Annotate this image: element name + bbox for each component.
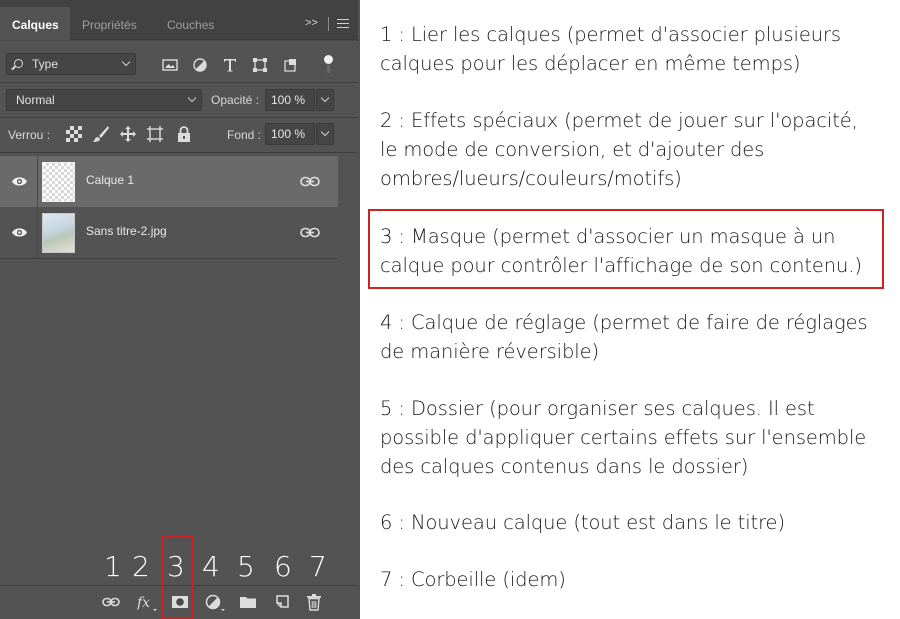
lock-all-icon[interactable] [175, 125, 193, 143]
description-line: calque pour contrôler l'affichage de son… [380, 254, 862, 277]
description-line: calques pour les déplacer en même temps) [380, 52, 801, 75]
blend-mode-value: Normal [16, 93, 55, 107]
lock-artboard-icon[interactable] [146, 125, 164, 143]
tabbar-divider [328, 17, 329, 31]
lock-label: Verrou : [8, 128, 51, 142]
description-line: le mode de conversion, et d'ajouter des [380, 138, 765, 161]
svg-text:fx: fx [137, 595, 150, 611]
description-item-4: 4 : Calque de réglage (permet de faire d… [380, 308, 868, 366]
tab-couches[interactable]: Couches [167, 7, 214, 40]
description-item-6: 6 : Nouveau calque (tout est dans le tit… [380, 508, 785, 537]
layer-divider [37, 207, 38, 258]
description-line: de manière réversible) [380, 340, 599, 363]
layer-row[interactable]: Calque 1 [0, 156, 338, 207]
number-label-2: 2 [132, 550, 150, 583]
new-layer-icon[interactable] [273, 593, 291, 611]
fill-slider-button[interactable] [316, 123, 334, 145]
number-label-5: 5 [237, 550, 255, 583]
description-line: 1 : Lier les calques (permet d'associer … [380, 23, 841, 46]
link-chain-icon [300, 227, 320, 238]
divider [0, 152, 358, 153]
layer-filter-select[interactable]: Type [6, 53, 136, 75]
description-item-3: 3 : Masque (permet d'associer un masque … [380, 222, 862, 280]
opacity-input[interactable]: 100 % [265, 89, 315, 111]
description-item-2: 2 : Effets spéciaux (permet de jouer sur… [380, 106, 858, 193]
trash-icon[interactable] [305, 593, 323, 611]
description-item-7: 7 : Corbeille (idem) [380, 565, 566, 594]
layer-filter-value: Type [32, 57, 59, 71]
opacity-slider-button[interactable] [316, 89, 334, 111]
search-icon [14, 59, 23, 68]
layer-divider [37, 156, 38, 207]
opacity-label: Opacité : [211, 93, 260, 107]
lock-transparent-pixels-icon[interactable] [65, 125, 83, 143]
adjustment-icon[interactable] [205, 593, 227, 611]
filter-type-layers-icon[interactable] [222, 57, 238, 73]
description-line: ombres/lueurs/couleurs/motifs) [380, 167, 682, 190]
lock-position-move-icon[interactable] [119, 125, 137, 143]
toggle-knob [324, 55, 333, 64]
filter-toggle-switch[interactable] [324, 55, 333, 73]
description-item-1: 1 : Lier les calques (permet d'associer … [380, 20, 841, 78]
fill-input[interactable]: 100 % [265, 123, 315, 145]
panel-tab-bar: Calques Propriétés Couches >> [0, 0, 358, 40]
filter-adjustment-layers-icon[interactable] [192, 57, 208, 73]
folder-icon[interactable] [239, 593, 257, 611]
layer-row[interactable]: Sans titre-2.jpg [0, 207, 338, 258]
visibility-eye-icon[interactable] [11, 175, 28, 188]
number-label-4: 4 [202, 550, 220, 583]
divider [0, 258, 338, 259]
highlight-box-mask-button [161, 536, 194, 619]
description-line: 6 : Nouveau calque (tout est dans le tit… [380, 511, 785, 534]
layer-thumbnail[interactable] [42, 162, 75, 202]
chevron-down-icon [320, 127, 330, 137]
divider [0, 82, 358, 83]
tab-calques[interactable]: Calques [0, 7, 70, 40]
description-line: 2 : Effets spéciaux (permet de jouer sur… [380, 109, 858, 132]
filter-smart-objects-icon[interactable] [282, 57, 298, 73]
description-line: possible d'appliquer certains effets sur… [380, 426, 867, 449]
chevron-down-icon [320, 93, 330, 103]
fill-label: Fond : [227, 128, 262, 142]
link-layers-icon[interactable] [102, 593, 120, 611]
link-chain-icon [300, 176, 320, 187]
tab-proprietes[interactable]: Propriétés [82, 7, 137, 40]
toggle-track [327, 65, 330, 73]
number-label-6: 6 [274, 550, 292, 583]
number-label-7: 7 [309, 550, 327, 583]
blend-mode-select[interactable]: Normal [6, 89, 202, 111]
description-line: des calques contenus dans le dossier) [380, 455, 749, 478]
layers-panel: Calques Propriétés Couches >> Type Norma… [0, 0, 360, 619]
chevron-down-icon [121, 57, 131, 67]
description-item-5: 5 : Dossier (pour organiser ses calques.… [380, 394, 866, 481]
description-line: 4 : Calque de réglage (permet de faire d… [380, 311, 868, 334]
filter-pixel-layers-icon[interactable] [162, 57, 178, 73]
description-line: 3 : Masque (permet d'associer un masque … [380, 225, 836, 248]
chevron-down-icon [187, 93, 197, 103]
panel-menu-icon[interactable] [337, 19, 349, 28]
description-line: 7 : Corbeille (idem) [380, 568, 566, 591]
divider [0, 117, 358, 118]
layer-thumbnail[interactable] [42, 213, 75, 253]
description-line: 5 : Dossier (pour organiser ses calques.… [380, 397, 815, 420]
collapse-panel-icon[interactable]: >> [305, 17, 318, 29]
visibility-eye-icon[interactable] [11, 226, 28, 239]
fx-icon[interactable]: fx [137, 593, 159, 611]
layer-name[interactable]: Sans titre-2.jpg [86, 224, 167, 238]
number-label-1: 1 [104, 550, 122, 583]
layer-name[interactable]: Calque 1 [86, 173, 134, 187]
lock-image-pixels-brush-icon[interactable] [92, 125, 110, 143]
filter-shape-layers-icon[interactable] [252, 57, 268, 73]
